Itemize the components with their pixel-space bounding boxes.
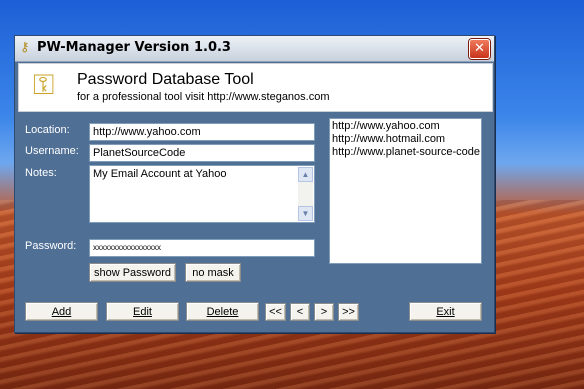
keys-logo-icon: ⚿ [33,68,55,101]
location-input[interactable]: http://www.yahoo.com [89,123,315,141]
scroll-down-icon[interactable]: ▼ [298,206,313,221]
notes-text: My Email Account at Yahoo [93,168,227,180]
show-password-button[interactable]: show Password [89,263,176,282]
list-item[interactable]: http://www.yahoo.com [332,120,479,133]
password-label: Password: [25,240,77,252]
last-record-button[interactable]: >> [338,303,359,321]
delete-button[interactable]: Delete [186,302,259,321]
first-record-button[interactable]: << [265,303,286,321]
list-item[interactable]: http://www.hotmail.com [332,133,479,146]
previous-record-button[interactable]: < [290,303,310,321]
notes-scrollbar[interactable]: ▲ ▼ [298,167,313,221]
scroll-up-icon[interactable]: ▲ [298,167,313,182]
exit-button[interactable]: Exit [409,302,482,321]
exit-button-label: Exit [436,306,455,318]
close-button[interactable]: ✕ [469,39,490,59]
add-button-label: Add [51,306,72,318]
next-record-button[interactable]: > [314,303,334,321]
username-input[interactable]: PlanetSourceCode [89,144,315,162]
window-title: PW-Manager Version 1.0.3 [37,40,231,55]
header-banner: ⚿ Password Database Tool for a professio… [18,63,493,112]
notes-textarea[interactable]: My Email Account at Yahoo ▲ ▼ [89,165,315,223]
title-bar[interactable]: ⚷ PW-Manager Version 1.0.3 ✕ [15,36,494,62]
banner-title: Password Database Tool [77,71,254,88]
notes-label: Notes: [25,167,57,179]
pw-manager-window: ⚷ PW-Manager Version 1.0.3 ✕ ⚿ Password … [14,35,495,333]
keys-icon: ⚷ [20,40,30,55]
entries-listbox[interactable]: http://www.yahoo.com http://www.hotmail.… [329,118,482,264]
no-mask-button[interactable]: no mask [185,263,241,282]
location-label: Location: [25,124,70,136]
list-item[interactable]: http://www.planet-source-code [332,146,480,159]
password-input[interactable]: xxxxxxxxxxxxxxxxx [89,239,315,257]
edit-button[interactable]: Edit [106,302,179,321]
delete-button-label: Delete [206,306,239,318]
add-button[interactable]: Add [25,302,98,321]
banner-subtitle: for a professional tool visit http://www… [77,91,330,103]
username-label: Username: [25,145,79,157]
edit-button-label: Edit [133,306,152,318]
